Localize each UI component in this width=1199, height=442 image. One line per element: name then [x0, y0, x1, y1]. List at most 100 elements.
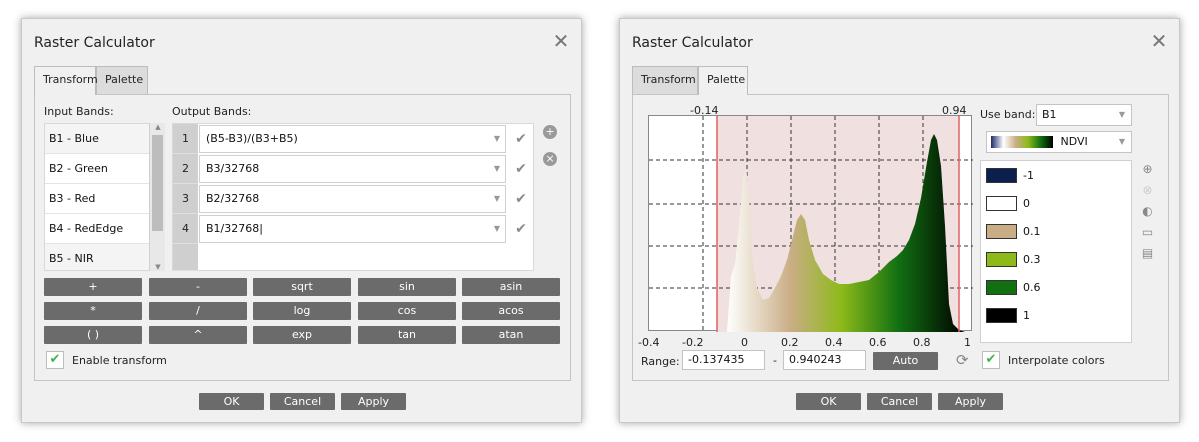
remove-color-icon[interactable]: ⊗ — [1141, 184, 1154, 197]
tab-palette[interactable]: Palette — [96, 66, 148, 94]
check-icon[interactable]: ✔ — [510, 215, 532, 243]
tab-transform[interactable]: Transform — [34, 66, 98, 95]
range-min-input[interactable]: -0.137435 — [682, 350, 765, 370]
tab-transform[interactable]: Transform — [632, 66, 698, 94]
ok-button[interactable]: OK — [199, 393, 264, 410]
operator-button[interactable]: exp — [253, 326, 351, 344]
operator-button[interactable]: acos — [462, 302, 560, 320]
remove-band-icon[interactable]: × — [543, 152, 557, 166]
band-number-empty — [173, 244, 198, 271]
operator-button[interactable]: tan — [358, 326, 456, 344]
open-folder-icon[interactable]: ▭ — [1141, 226, 1154, 239]
palette-gradient-preview — [991, 136, 1053, 148]
color-swatch[interactable] — [986, 196, 1017, 211]
apply-button[interactable]: Apply — [341, 393, 406, 410]
check-icon[interactable]: ✔ — [510, 185, 532, 213]
band-number: 3 — [173, 184, 198, 214]
check-icon[interactable]: ✔ — [510, 155, 532, 183]
list-item[interactable]: B2 - Green — [45, 154, 164, 184]
cancel-button[interactable]: Cancel — [270, 393, 335, 410]
color-swatch[interactable] — [986, 280, 1017, 295]
range-label: Range: — [641, 355, 680, 368]
range-separator: - — [773, 354, 777, 367]
interpolate-colors-checkbox[interactable]: ✔ — [982, 351, 1000, 369]
chevron-down-icon[interactable]: ▼ — [494, 216, 500, 242]
scroll-down-icon[interactable]: ▼ — [150, 263, 166, 271]
operator-button[interactable]: asin — [462, 278, 560, 296]
color-swatch[interactable] — [986, 308, 1017, 323]
raster-calculator-dialog-transform: Raster Calculator ✕ Transform Palette In… — [21, 18, 582, 423]
histogram[interactable] — [648, 115, 973, 332]
operator-button[interactable]: log — [253, 302, 351, 320]
band-expression-input[interactable]: B1/32768| ▼ — [199, 215, 506, 243]
chevron-down-icon[interactable]: ▼ — [494, 126, 500, 152]
x-tick-label: 0.6 — [869, 336, 887, 349]
expression-text: (B5-B3)/(B3+B5) — [206, 132, 298, 145]
list-item[interactable]: B1 - Blue — [45, 124, 164, 154]
output-bands-list: 1 (B5-B3)/(B3+B5) ▼ ✔ 2 B3/32768 ▼ ✔ 3 B2/… — [172, 123, 534, 271]
operator-button[interactable]: + — [44, 278, 142, 296]
chevron-down-icon[interactable]: ▼ — [1119, 105, 1125, 125]
palette-name: NDVI — [1060, 135, 1088, 148]
close-icon[interactable]: ✕ — [551, 31, 571, 51]
operator-button[interactable]: atan — [462, 326, 560, 344]
close-icon[interactable]: ✕ — [1149, 31, 1169, 51]
color-swatch[interactable] — [986, 252, 1017, 267]
operator-button[interactable]: sin — [358, 278, 456, 296]
palette-preset-select[interactable]: NDVI ▼ — [986, 131, 1132, 153]
palette-list[interactable]: -1 0 0.1 0.3 0.6 1 — [980, 160, 1132, 343]
expression-text: B3/32768 — [206, 162, 260, 175]
operator-button[interactable]: ( ) — [44, 326, 142, 344]
x-tick-label: 0.4 — [825, 336, 843, 349]
cancel-button[interactable]: Cancel — [867, 393, 932, 410]
use-band-label: Use band: — [980, 108, 1036, 121]
x-tick-label: 1 — [964, 336, 971, 349]
scrollbar-thumb[interactable] — [152, 135, 163, 231]
list-item[interactable]: B5 - NIR — [45, 244, 164, 270]
palette-value-label: 0.1 — [1023, 225, 1041, 238]
auto-range-button[interactable]: Auto — [873, 352, 938, 370]
color-swatch[interactable] — [986, 168, 1017, 183]
input-bands-label: Input Bands: — [44, 105, 114, 118]
chevron-down-icon[interactable]: ▼ — [494, 186, 500, 212]
raster-calculator-dialog-palette: Raster Calculator ✕ Transform Palette -0… — [619, 18, 1180, 423]
band-expression-input[interactable]: B3/32768 ▼ — [199, 155, 506, 183]
operator-button[interactable]: * — [44, 302, 142, 320]
list-item[interactable]: B4 - RedEdge — [45, 214, 164, 244]
enable-transform-checkbox[interactable]: ✔ — [46, 351, 64, 369]
operator-button[interactable]: / — [149, 302, 247, 320]
input-bands-list[interactable]: B1 - Blue B2 - Green B3 - Red B4 - RedEd… — [44, 123, 165, 271]
expression-text: B1/32768 — [206, 222, 260, 235]
band-expression-input[interactable]: B2/32768 ▼ — [199, 185, 506, 213]
range-max-input[interactable]: 0.940243 — [783, 350, 866, 370]
tab-palette[interactable]: Palette — [698, 66, 748, 95]
band-expression-input[interactable]: (B5-B3)/(B3+B5) ▼ — [199, 125, 506, 153]
operator-button[interactable]: cos — [358, 302, 456, 320]
operator-button[interactable]: sqrt — [253, 278, 351, 296]
band-number: 2 — [173, 154, 198, 184]
scroll-up-icon[interactable]: ▲ — [150, 123, 166, 131]
palette-value-label: 0.6 — [1023, 281, 1041, 294]
chevron-down-icon[interactable]: ▼ — [1119, 132, 1125, 152]
operator-button[interactable]: - — [149, 278, 247, 296]
color-swatch[interactable] — [986, 224, 1017, 239]
x-tick-label: -0.2 — [682, 336, 704, 349]
chevron-down-icon[interactable]: ▼ — [494, 156, 500, 182]
add-band-icon[interactable]: + — [543, 125, 557, 139]
dialog-title: Raster Calculator — [632, 35, 753, 51]
check-icon[interactable]: ✔ — [510, 125, 532, 153]
ok-button[interactable]: OK — [796, 393, 861, 410]
use-band-value: B1 — [1042, 108, 1057, 121]
input-bands-scrollbar[interactable]: ▲ ▼ — [149, 123, 165, 271]
operator-button[interactable]: ^ — [149, 326, 247, 344]
expression-text: B2/32768 — [206, 192, 260, 205]
list-item[interactable]: B3 - Red — [45, 184, 164, 214]
apply-button[interactable]: Apply — [938, 393, 1003, 410]
use-band-select[interactable]: B1 ▼ — [1036, 104, 1132, 126]
refresh-icon[interactable]: ⟳ — [956, 351, 969, 369]
invert-palette-icon[interactable]: ◐ — [1141, 205, 1154, 218]
histogram-plot — [649, 116, 973, 332]
save-icon[interactable]: ▤ — [1141, 247, 1154, 260]
add-color-icon[interactable]: ⊕ — [1141, 163, 1154, 176]
dialog-title: Raster Calculator — [34, 35, 155, 51]
